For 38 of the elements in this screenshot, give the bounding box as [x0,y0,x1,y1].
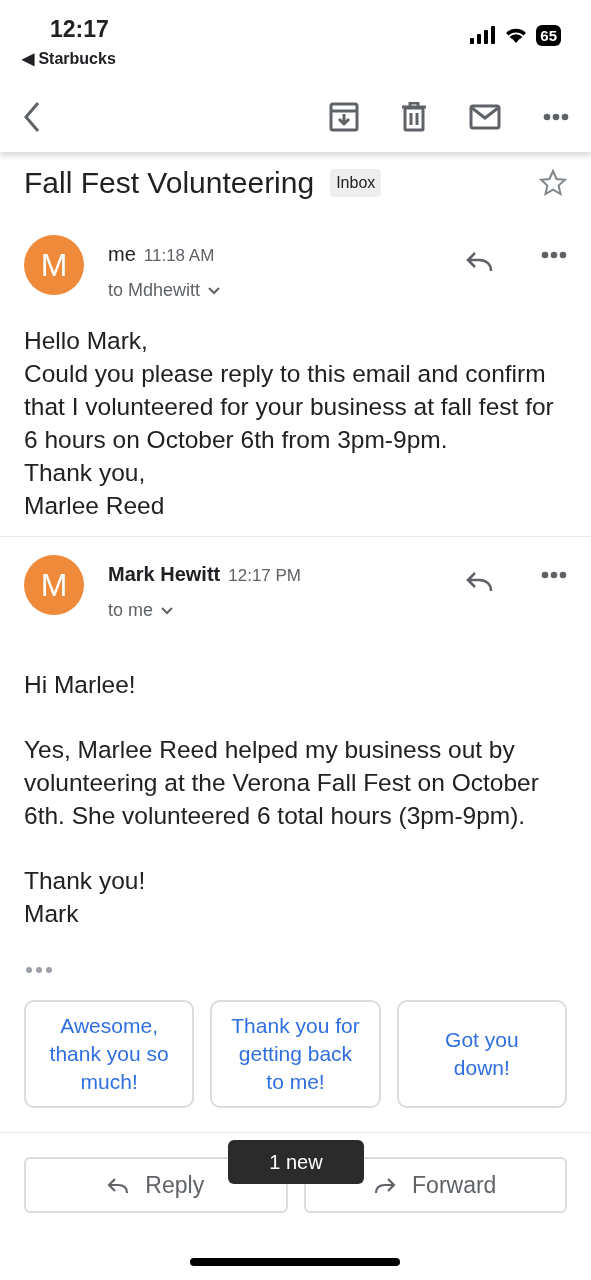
smart-reply-button[interactable]: Awesome, thank you so much! [24,1000,195,1108]
avatar: M [24,235,84,295]
smart-reply-button[interactable]: Got you down! [396,1000,567,1108]
reply-icon[interactable] [465,571,493,593]
mail-icon[interactable] [469,104,501,130]
chevron-down-icon[interactable] [161,606,174,615]
chevron-down-icon[interactable] [208,286,221,295]
reply-icon [107,1175,130,1195]
message-time: 11:18 AM [143,245,215,267]
sender-name: me [108,242,136,267]
new-message-toast[interactable]: 1 new [228,1140,364,1184]
message-paragraph: Thank you! Mark [24,866,147,929]
signal-icon [470,26,497,44]
recipient-text: to Mdhewitt [108,279,201,302]
message-paragraph: Yes, Marlee Reed helped my business out by volunteering at the Verona Fall Fest on October 6th. She volunteered 6 total hours (3pm-9pm). [24,735,540,831]
wifi-icon [504,26,529,44]
subject-title: Fall Fest Volunteering [24,165,315,201]
more-icon[interactable] [541,571,567,579]
more-icon[interactable] [541,251,567,259]
star-icon[interactable] [539,168,567,197]
inbox-label: Inbox [330,168,382,197]
battery-indicator: 65 [536,24,561,46]
expand-dots-icon[interactable] [25,966,53,974]
more-icon[interactable] [543,113,569,121]
status-time: 12:17 [50,15,110,44]
back-icon[interactable] [22,101,42,133]
back-to-app-link[interactable]: ◀ Starbucks [22,46,116,71]
archive-icon[interactable] [329,102,359,132]
smart-reply-button[interactable]: Thank you for getting back to me! [210,1000,381,1108]
message-paragraph: Hi Marlee! [24,670,137,700]
message-time: 12:17 PM [228,565,301,587]
forward-icon [374,1175,397,1195]
trash-icon[interactable] [401,102,427,132]
message-paragraph: Hello Mark, Could you please reply to this email and confirm that I volunteered for your business at fall fest for 6 hours on October 6th from 3pm-9pm. Thank you, Marlee Reed [24,326,555,521]
sender-name: Mark Hewitt [108,562,221,587]
reply-icon[interactable] [465,251,493,273]
recipient-text: to me [108,599,154,622]
avatar: M [24,555,84,615]
